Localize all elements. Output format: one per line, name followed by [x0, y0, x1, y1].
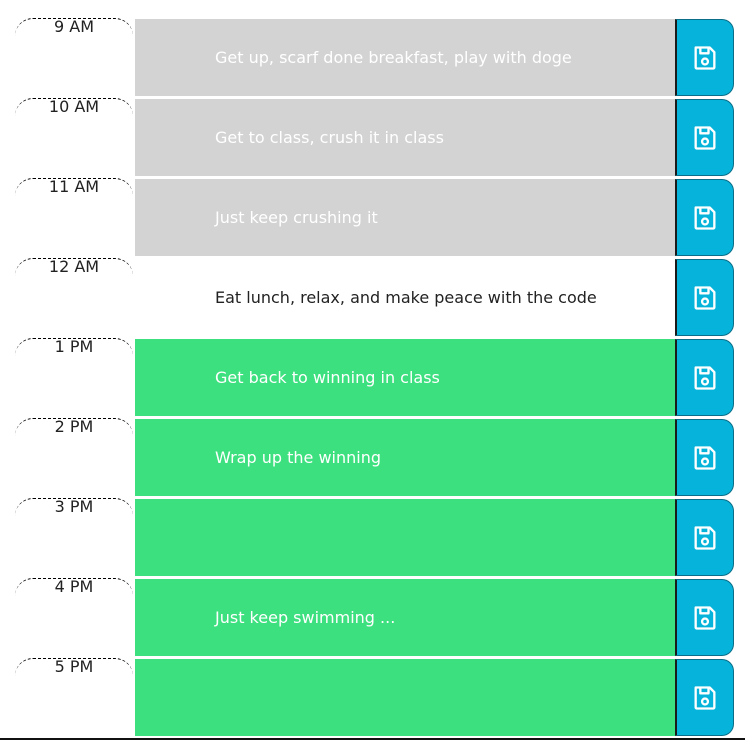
- save-button[interactable]: [675, 19, 734, 96]
- hour-column: 4 PM: [15, 577, 133, 658]
- task-description[interactable]: [135, 659, 675, 737]
- hour-label: 4 PM: [54, 577, 94, 596]
- task-description[interactable]: Get back to winning in class: [135, 339, 675, 417]
- save-button[interactable]: [675, 259, 734, 336]
- task-description[interactable]: Wrap up the winning: [135, 419, 675, 497]
- task-description[interactable]: Eat lunch, relax, and make peace with th…: [135, 259, 675, 337]
- floppy-disk-icon: [691, 284, 719, 312]
- task-description[interactable]: Just keep crushing it: [135, 179, 675, 257]
- hour-label: 1 PM: [54, 337, 94, 356]
- save-button[interactable]: [675, 339, 734, 416]
- task-description[interactable]: Get to class, crush it in class: [135, 99, 675, 177]
- floppy-disk-icon: [691, 444, 719, 472]
- day-planner: 9 AM Get up, scarf done breakfast, play …: [0, 17, 745, 738]
- save-button[interactable]: [675, 179, 734, 256]
- time-block-1pm: 1 PM Get back to winning in class: [0, 337, 745, 418]
- save-button[interactable]: [675, 659, 734, 736]
- task-description[interactable]: Get up, scarf done breakfast, play with …: [135, 19, 675, 97]
- time-block-9am: 9 AM Get up, scarf done breakfast, play …: [0, 17, 745, 98]
- hour-column: 11 AM: [15, 177, 133, 258]
- hour-label: 2 PM: [54, 417, 94, 436]
- time-block-11am: 11 AM Just keep crushing it: [0, 177, 745, 258]
- hour-column: 12 AM: [15, 257, 133, 338]
- time-block-12am: 12 AM Eat lunch, relax, and make peace w…: [0, 257, 745, 338]
- time-block-4pm: 4 PM Just keep swimming ...: [0, 577, 745, 658]
- hour-column: 10 AM: [15, 97, 133, 178]
- task-description[interactable]: [135, 499, 675, 577]
- floppy-disk-icon: [691, 524, 719, 552]
- save-button[interactable]: [675, 419, 734, 496]
- task-description[interactable]: Just keep swimming ...: [135, 579, 675, 657]
- hour-column: 1 PM: [15, 337, 133, 418]
- hour-label: 3 PM: [54, 497, 94, 516]
- hour-column: 9 AM: [15, 17, 133, 98]
- hour-label: 12 AM: [48, 257, 100, 276]
- hour-label: 10 AM: [48, 97, 100, 116]
- save-button[interactable]: [675, 579, 734, 656]
- time-block-2pm: 2 PM Wrap up the winning: [0, 417, 745, 498]
- floppy-disk-icon: [691, 364, 719, 392]
- hour-column: 3 PM: [15, 497, 133, 578]
- hour-label: 5 PM: [54, 657, 94, 676]
- hour-label: 9 AM: [53, 17, 94, 36]
- floppy-disk-icon: [691, 44, 719, 72]
- floppy-disk-icon: [691, 204, 719, 232]
- save-button[interactable]: [675, 499, 734, 576]
- hour-label: 11 AM: [48, 177, 100, 196]
- time-block-10am: 10 AM Get to class, crush it in class: [0, 97, 745, 178]
- floppy-disk-icon: [691, 604, 719, 632]
- time-block-3pm: 3 PM: [0, 497, 745, 578]
- hour-column: 5 PM: [15, 657, 133, 738]
- time-block-5pm: 5 PM: [0, 657, 745, 738]
- save-button[interactable]: [675, 99, 734, 176]
- floppy-disk-icon: [691, 684, 719, 712]
- hour-column: 2 PM: [15, 417, 133, 498]
- floppy-disk-icon: [691, 124, 719, 152]
